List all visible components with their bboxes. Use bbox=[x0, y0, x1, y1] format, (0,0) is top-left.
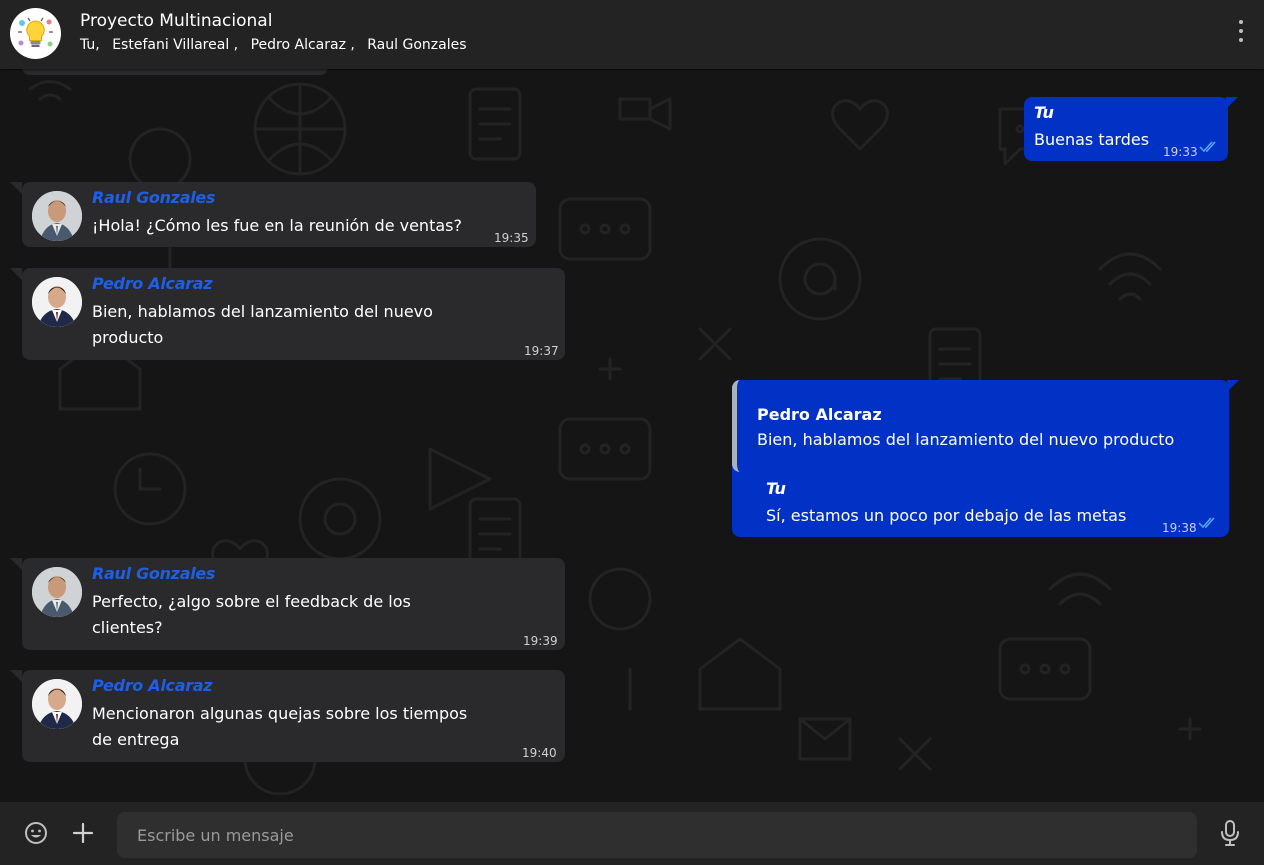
previous-message-stub bbox=[22, 69, 328, 75]
message-sender: Raul Gonzales bbox=[92, 564, 216, 583]
message-outgoing-reply[interactable]: Pedro Alcaraz Bien, hablamos del lanzami… bbox=[732, 380, 1239, 537]
more-vertical-icon[interactable] bbox=[1236, 20, 1246, 48]
quoted-text: Bien, hablamos del lanzamiento del nuevo… bbox=[757, 430, 1175, 449]
message-time: 19:33 bbox=[1163, 145, 1198, 159]
member-name: Pedro Alcaraz , bbox=[250, 37, 355, 53]
message-incoming[interactable]: Pedro Alcaraz Mencionaron algunas quejas… bbox=[10, 670, 565, 762]
avatar[interactable] bbox=[32, 679, 82, 729]
lightbulb-icon bbox=[10, 8, 61, 59]
message-text-line: Perfecto, ¿algo sobre el feedback de los bbox=[92, 592, 411, 611]
message-time: 19:37 bbox=[524, 344, 559, 358]
member-name: Raul Gonzales bbox=[367, 37, 467, 53]
emoji-icon[interactable] bbox=[24, 821, 48, 845]
quoted-message[interactable]: Pedro Alcaraz Bien, hablamos del lanzami… bbox=[732, 380, 1229, 472]
message-text: ¡Hola! ¿Cómo les fue en la reunión de ve… bbox=[92, 216, 462, 235]
group-title[interactable]: Proyecto Multinacional bbox=[80, 11, 272, 31]
microphone-icon[interactable] bbox=[1220, 819, 1240, 847]
read-ticks-icon bbox=[1198, 517, 1215, 529]
message-outgoing[interactable]: Tu Buenas tardes 19:33 bbox=[1024, 97, 1238, 161]
message-incoming[interactable]: Raul Gonzales ¡Hola! ¿Cómo les fue en la… bbox=[10, 182, 536, 247]
message-sender: Tu bbox=[1034, 103, 1054, 122]
group-members: Tu, Estefani Villareal , Pedro Alcaraz ,… bbox=[80, 37, 475, 53]
member-name: Tu, bbox=[80, 37, 100, 53]
member-name: Estefani Villareal , bbox=[112, 37, 239, 53]
message-list[interactable]: Tu Buenas tardes 19:33 Raul Gonzales ¡Ho… bbox=[0, 69, 1264, 802]
message-sender: Raul Gonzales bbox=[92, 188, 216, 207]
message-time: 19:39 bbox=[523, 634, 558, 648]
avatar[interactable] bbox=[32, 277, 82, 327]
message-text: Sí, estamos un poco por debajo de las me… bbox=[766, 506, 1127, 525]
message-text-line: de entrega bbox=[92, 730, 180, 749]
message-incoming[interactable]: Pedro Alcaraz Bien, hablamos del lanzami… bbox=[10, 268, 565, 360]
avatar[interactable] bbox=[32, 191, 82, 241]
message-sender: Pedro Alcaraz bbox=[92, 274, 213, 293]
message-sender: Pedro Alcaraz bbox=[92, 676, 213, 695]
quoted-sender: Pedro Alcaraz bbox=[757, 405, 882, 424]
message-text-line: producto bbox=[92, 328, 164, 347]
message-text-line: clientes? bbox=[92, 618, 163, 637]
read-ticks-icon bbox=[1199, 141, 1216, 153]
message-time: 19:38 bbox=[1162, 521, 1197, 535]
message-sender: Tu bbox=[766, 479, 786, 498]
message-time: 19:40 bbox=[522, 746, 557, 760]
message-composer bbox=[0, 802, 1264, 865]
plus-icon[interactable] bbox=[72, 822, 94, 844]
message-incoming[interactable]: Raul Gonzales Perfecto, ¿algo sobre el f… bbox=[10, 558, 565, 650]
group-avatar[interactable] bbox=[10, 8, 61, 59]
message-text-line: Bien, hablamos del lanzamiento del nuevo bbox=[92, 302, 433, 321]
message-time: 19:35 bbox=[494, 231, 529, 245]
chat-header: Proyecto Multinacional Tu, Estefani Vill… bbox=[0, 0, 1264, 69]
message-input[interactable] bbox=[117, 812, 1197, 858]
message-text-line: Mencionaron algunas quejas sobre los tie… bbox=[92, 704, 468, 723]
message-text: Buenas tardes bbox=[1034, 130, 1150, 149]
avatar[interactable] bbox=[32, 567, 82, 617]
